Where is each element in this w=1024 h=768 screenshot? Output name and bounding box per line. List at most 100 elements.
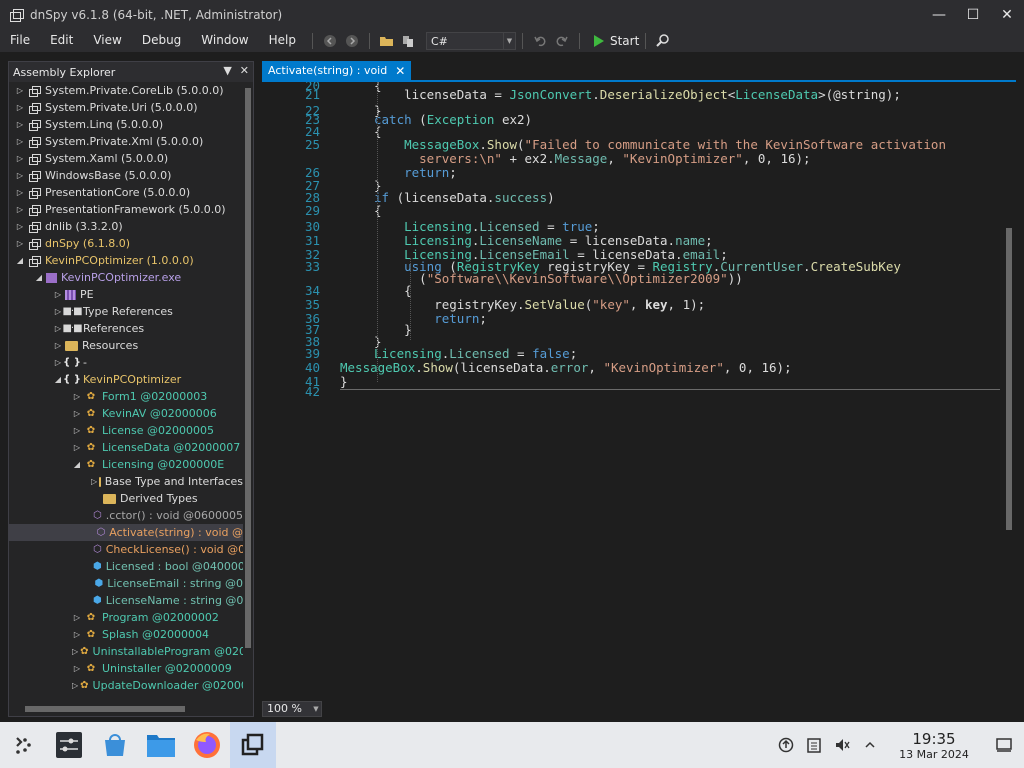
code-editor[interactable]: 20{21 licenseData = JsonConvert.Deserial…: [262, 82, 1016, 700]
tree-item[interactable]: ▷ ✿ UninstallableProgram @0200: [9, 643, 243, 660]
panel-close-icon[interactable]: ✕: [240, 64, 249, 77]
tree-item[interactable]: ▷ dnSpy (6.1.8.0): [9, 235, 243, 252]
menu-file[interactable]: File: [0, 30, 40, 52]
expand-arrow-icon[interactable]: ▷: [91, 473, 97, 490]
tree-item[interactable]: ▷ ✿ UpdateDownloader @02000: [9, 677, 243, 694]
editor-vscroll-thumb[interactable]: [1006, 228, 1012, 530]
code-view[interactable]: 20{21 licenseData = JsonConvert.Deserial…: [262, 82, 1002, 700]
tree-item[interactable]: ▷ ✿ Program @02000002: [9, 609, 243, 626]
menu-window[interactable]: Window: [191, 30, 258, 52]
tree-item[interactable]: ▷ WindowsBase (5.0.0.0): [9, 167, 243, 184]
editor-horizontal-scrollbar[interactable]: [326, 703, 996, 713]
undo-icon[interactable]: [532, 33, 548, 49]
navigate-forward-icon[interactable]: [344, 33, 360, 49]
open-list-icon[interactable]: [401, 33, 417, 49]
tree-item[interactable]: ▷ System.Xaml (5.0.0.0): [9, 150, 243, 167]
tree-item[interactable]: ▷ ■·■ References: [9, 320, 243, 337]
tree-item[interactable]: ▷ ✿ License @02000005: [9, 422, 243, 439]
expand-arrow-icon[interactable]: ▷: [15, 235, 25, 252]
tree-item[interactable]: ⬡ .cctor() : void @0600005: [9, 507, 243, 524]
expand-arrow-icon[interactable]: ▷: [72, 643, 78, 660]
tree-item[interactable]: ▷ ✿ Uninstaller @02000009: [9, 660, 243, 677]
firefox-icon[interactable]: [184, 722, 230, 768]
volume-muted-icon[interactable]: [828, 722, 856, 768]
collapse-arrow-icon[interactable]: ◢: [15, 252, 25, 269]
tab-activate-string[interactable]: Activate(string) : void ✕: [262, 61, 412, 80]
open-folder-icon[interactable]: [379, 33, 395, 49]
expand-arrow-icon[interactable]: ▷: [53, 354, 63, 371]
update-notifier-icon[interactable]: [772, 722, 800, 768]
editor-vertical-scrollbar[interactable]: [1002, 82, 1016, 700]
chevron-up-icon[interactable]: [856, 722, 884, 768]
tree-item[interactable]: ▷ dnlib (3.3.2.0): [9, 218, 243, 235]
tree-item[interactable]: ◢ KevinPCOptimizer (1.0.0.0): [9, 252, 243, 269]
dnspy-task-icon[interactable]: [230, 722, 276, 768]
tree-item[interactable]: ▷ PresentationFramework (5.0.0.0): [9, 201, 243, 218]
tree-item[interactable]: ⬡ CheckLicense() : void @0: [9, 541, 243, 558]
menu-help[interactable]: Help: [259, 30, 306, 52]
tree-item[interactable]: ◢{ } KevinPCOptimizer: [9, 371, 243, 388]
expand-arrow-icon[interactable]: ▷: [72, 405, 82, 422]
tree-item[interactable]: ▷ ✿ Splash @02000004: [9, 626, 243, 643]
tree-item[interactable]: ⬢ LicenseEmail : string @0: [9, 575, 244, 592]
zoom-select[interactable]: 100 % ▼: [262, 700, 322, 717]
tree-item[interactable]: ◢ KevinPCOptimizer.exe: [9, 269, 243, 286]
file-manager-icon[interactable]: [138, 722, 184, 768]
tree-item[interactable]: ▷ PE: [9, 286, 243, 303]
expand-arrow-icon[interactable]: ▷: [72, 626, 82, 643]
menu-debug[interactable]: Debug: [132, 30, 191, 52]
tab-close-icon[interactable]: ✕: [395, 64, 405, 78]
application-launcher-icon[interactable]: [0, 722, 46, 768]
collapse-arrow-icon[interactable]: ◢: [34, 269, 44, 286]
start-debugging-button[interactable]: Start: [593, 34, 639, 48]
tree-item[interactable]: ▷ System.Private.Xml (5.0.0.0): [9, 133, 243, 150]
clock[interactable]: 19:35 13 Mar 2024: [884, 730, 984, 761]
tree-item[interactable]: ▷ ✿ Form1 @02000003: [9, 388, 243, 405]
expand-arrow-icon[interactable]: ▷: [15, 82, 25, 99]
close-window-button[interactable]: ✕: [990, 0, 1024, 30]
tree-hscroll-thumb[interactable]: [25, 706, 185, 712]
show-desktop-icon[interactable]: [984, 722, 1024, 768]
expand-arrow-icon[interactable]: ▷: [72, 422, 82, 439]
minimize-button[interactable]: —: [922, 0, 956, 30]
tree-item[interactable]: ▷ ■·■ Type References: [9, 303, 243, 320]
expand-arrow-icon[interactable]: ▷: [53, 337, 63, 354]
tree-item[interactable]: ▷ System.Private.CoreLib (5.0.0.0): [9, 82, 243, 99]
expand-arrow-icon[interactable]: ▷: [72, 388, 82, 405]
tree-item[interactable]: Derived Types: [9, 490, 243, 507]
tree-item[interactable]: ▷{ } -: [9, 354, 243, 371]
expand-arrow-icon[interactable]: ▷: [15, 167, 25, 184]
redo-icon[interactable]: [554, 33, 570, 49]
tree-item[interactable]: ▷ ✿ LicenseData @02000007: [9, 439, 243, 456]
tree-horizontal-scrollbar[interactable]: [9, 702, 253, 716]
expand-arrow-icon[interactable]: ▷: [15, 184, 25, 201]
language-select[interactable]: C# ▼: [425, 32, 516, 50]
expand-arrow-icon[interactable]: ▷: [15, 150, 25, 167]
maximize-button[interactable]: ☐: [956, 0, 990, 30]
expand-arrow-icon[interactable]: ▷: [72, 439, 82, 456]
expand-arrow-icon[interactable]: ▷: [15, 133, 25, 150]
menu-edit[interactable]: Edit: [40, 30, 83, 52]
tree-vscroll-thumb[interactable]: [245, 88, 251, 648]
tree-item[interactable]: ⬢ Licensed : bool @040000: [9, 558, 243, 575]
panel-menu-chevron-icon[interactable]: ▼: [223, 64, 231, 77]
system-settings-icon[interactable]: [46, 722, 92, 768]
tree-item[interactable]: ⬢ LicenseName : string @0: [9, 592, 243, 609]
expand-arrow-icon[interactable]: ▷: [72, 677, 78, 694]
expand-arrow-icon[interactable]: ▷: [53, 286, 63, 303]
tree-item[interactable]: ⬡ Activate(string) : void @: [9, 524, 243, 541]
tree-item[interactable]: ◢ ✿ Licensing @0200000E: [9, 456, 243, 473]
collapse-arrow-icon[interactable]: ◢: [72, 456, 82, 473]
tree-item[interactable]: ▷ System.Linq (5.0.0.0): [9, 116, 243, 133]
tree-item[interactable]: ▷ Base Type and Interfaces: [9, 473, 243, 490]
navigate-back-icon[interactable]: [322, 33, 338, 49]
tree-item[interactable]: ▷ System.Private.Uri (5.0.0.0): [9, 99, 243, 116]
search-icon[interactable]: [655, 33, 671, 49]
tree-item[interactable]: ▷ PresentationCore (5.0.0.0): [9, 184, 243, 201]
expand-arrow-icon[interactable]: ▷: [72, 609, 82, 626]
discover-store-icon[interactable]: [92, 722, 138, 768]
tree-item[interactable]: ▷ ✿ KevinAV @02000006: [9, 405, 243, 422]
expand-arrow-icon[interactable]: ▷: [15, 201, 25, 218]
tree-item[interactable]: ▷ Resources: [9, 337, 243, 354]
expand-arrow-icon[interactable]: ▷: [15, 99, 25, 116]
